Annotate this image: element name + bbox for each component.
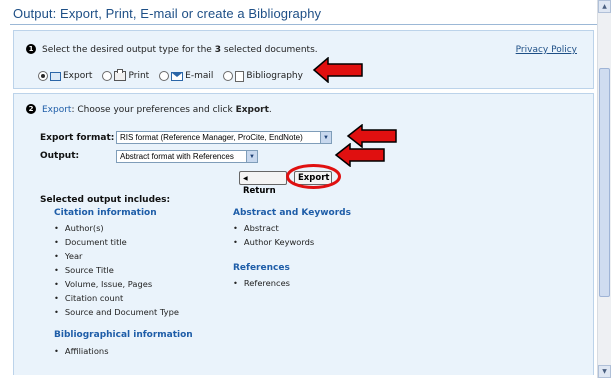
- scroll-thumb[interactable]: [599, 68, 610, 297]
- export-format-label: Export format:: [40, 133, 115, 143]
- export-icon: [50, 71, 61, 81]
- bibliography-icon: [235, 70, 245, 82]
- abstract-keywords-title: Abstract and Keywords: [233, 208, 351, 218]
- radio-label: Bibliography: [246, 71, 303, 81]
- step-number-2: 2: [26, 104, 36, 114]
- list-item: Author(s): [54, 221, 179, 235]
- annotation-circle-export-button: [286, 164, 341, 189]
- return-button-label: Return: [243, 186, 276, 196]
- return-button[interactable]: ◀ Return: [239, 171, 287, 196]
- bibliographical-info-title: Bibliographical information: [54, 330, 193, 340]
- step1-instruction: Select the desired output type for the 3…: [42, 45, 318, 55]
- references-title: References: [233, 263, 290, 273]
- radio-export[interactable]: Export: [38, 71, 92, 81]
- list-item: Source Title: [54, 263, 179, 277]
- step2-instruction-a: : Choose your preferences and click: [71, 105, 236, 115]
- radio-label: Export: [63, 71, 93, 81]
- export-heading-link[interactable]: Export: [42, 105, 71, 115]
- step2-instruction: Export: Choose your preferences and clic…: [42, 105, 272, 115]
- radio-button[interactable]: [223, 71, 234, 81]
- annotation-arrow-bibliography: [312, 57, 363, 83]
- vertical-scrollbar[interactable]: ▲ ▼: [597, 0, 611, 378]
- radio-email[interactable]: E-mail: [159, 71, 213, 81]
- list-item: Volume, Issue, Pages: [54, 277, 179, 291]
- radio-button[interactable]: [38, 71, 48, 81]
- list-item: Affiliations: [54, 344, 109, 358]
- export-format-select[interactable]: RIS format (Reference Manager, ProCite, …: [116, 131, 332, 144]
- back-arrow-icon: ◀: [243, 175, 248, 182]
- list-item: Year: [54, 249, 179, 263]
- references-list: References: [233, 276, 290, 290]
- radio-button[interactable]: [102, 71, 113, 81]
- chevron-down-icon: ▼: [320, 132, 331, 143]
- scroll-up-icon[interactable]: ▲: [598, 0, 611, 13]
- step1-instruction-suffix: selected documents.: [220, 45, 318, 55]
- list-item: Document title: [54, 235, 179, 249]
- output-type-radio-group: Export Print E-mail Bibliography: [38, 69, 313, 83]
- chevron-down-icon: ▼: [246, 151, 257, 162]
- page-title: Output: Export, Print, E-mail or create …: [13, 6, 322, 21]
- includes-heading: Selected output includes:: [40, 195, 171, 205]
- privacy-policy-link[interactable]: Privacy Policy: [516, 45, 577, 55]
- list-item: Abstract: [233, 221, 314, 235]
- citation-info-list: Author(s) Document title Year Source Tit…: [54, 221, 179, 319]
- email-icon: [171, 71, 184, 81]
- radio-print[interactable]: Print: [102, 69, 150, 81]
- list-item: Author Keywords: [233, 235, 314, 249]
- export-format-value: RIS format (Reference Manager, ProCite, …: [120, 132, 303, 142]
- radio-bibliography[interactable]: Bibliography: [223, 70, 303, 82]
- output-select[interactable]: Abstract format with References ▼: [116, 150, 258, 163]
- bibliographical-info-list: Affiliations: [54, 344, 109, 358]
- step2-instruction-bold: Export: [235, 105, 269, 115]
- export-options-panel: 2 Export: Choose your preferences and cl…: [13, 93, 594, 375]
- step2-instruction-c: .: [268, 105, 272, 115]
- radio-button[interactable]: [159, 71, 170, 81]
- citation-info-title: Citation information: [54, 208, 157, 218]
- step-number-1: 1: [26, 44, 36, 54]
- output-type-panel: 1 Select the desired output type for the…: [13, 30, 594, 89]
- list-item: References: [233, 276, 290, 290]
- list-item: Citation count: [54, 291, 179, 305]
- step1-instruction-prefix: Select the desired output type for the: [42, 45, 215, 55]
- list-item: Source and Document Type: [54, 305, 179, 319]
- output-label: Output:: [40, 151, 80, 161]
- title-divider: [10, 24, 598, 25]
- printer-icon: [114, 69, 127, 81]
- abstract-keywords-list: Abstract Author Keywords: [233, 221, 314, 249]
- radio-label: E-mail: [185, 71, 214, 81]
- radio-label: Print: [128, 71, 150, 81]
- scroll-down-icon[interactable]: ▼: [598, 365, 611, 378]
- output-value: Abstract format with References: [120, 151, 234, 161]
